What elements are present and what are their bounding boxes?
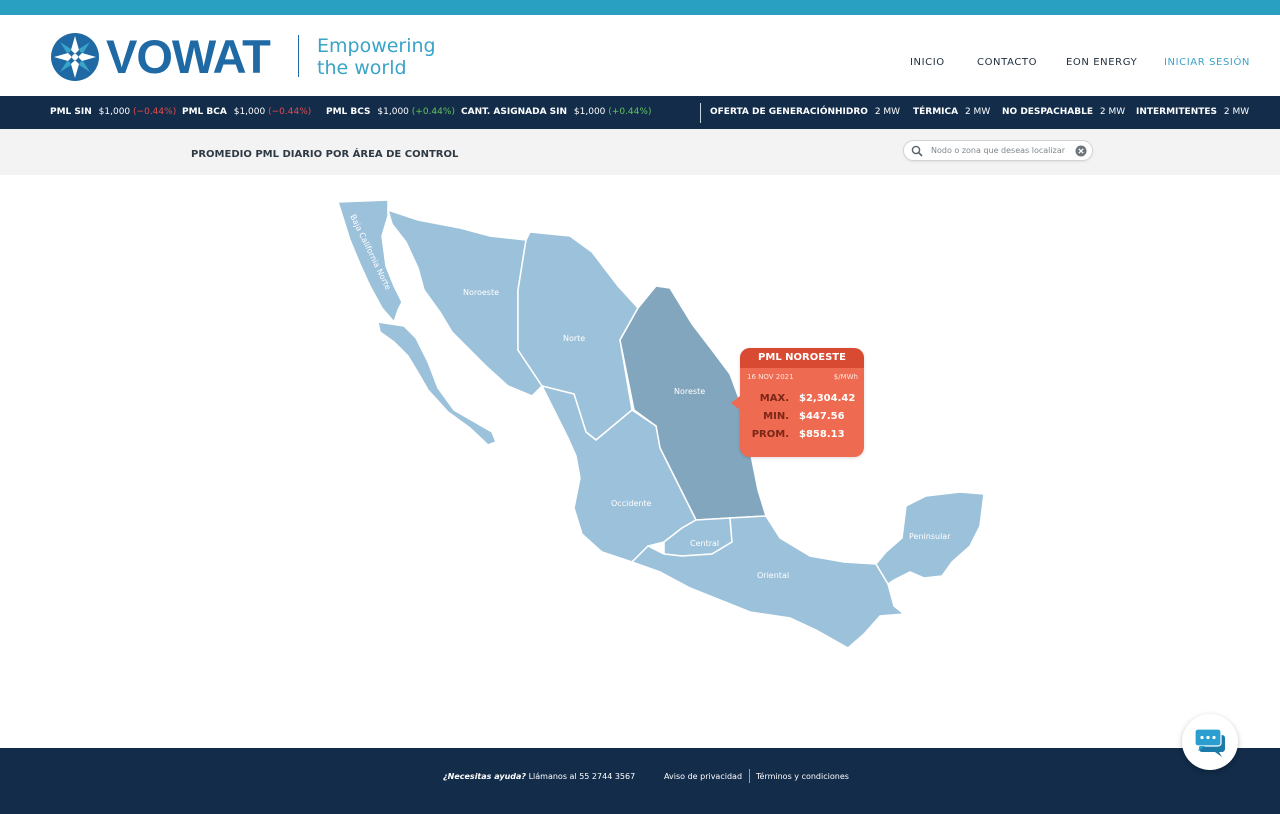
ticker-value: 2 MW [1223, 107, 1250, 117]
label-peninsular: Peninsular [909, 532, 951, 541]
ticker-pml-bcs: PML BCS $1,000 (+0.44%) [326, 107, 455, 117]
ticker-termica: TÉRMICA 2 MW [913, 107, 990, 117]
ticker-value: 2 MW [964, 107, 991, 117]
brand-name: VOWAT [106, 30, 271, 83]
oferta-label: OFERTA DE GENERACIÓN: [710, 107, 839, 117]
search-input[interactable]: Nodo o zona que deseas localizar [903, 140, 1093, 161]
tagline-line-2: the world [317, 57, 407, 79]
map-toolbar: PROMEDIO PML DIARIO POR ÁREA DE CONTROL … [0, 129, 1280, 175]
clear-icon[interactable] [1075, 145, 1087, 157]
ticker-value: 2 MW [1099, 107, 1126, 117]
chat-button[interactable] [1182, 714, 1238, 770]
tooltip-unit: $/MWh [833, 373, 858, 381]
tooltip-min-value: $447.56 [799, 411, 845, 422]
ticker-value: $1,000 [233, 107, 266, 117]
market-ticker: PML SIN $1,000 (−0.44%) PML BCA $1,000 (… [0, 96, 1280, 129]
ticker-change: (−0.44%) [268, 107, 312, 117]
pml-tooltip: PML NOROESTE 16 NOV 2021 $/MWh MAX. $2,3… [731, 348, 864, 457]
top-accent-stripe [0, 0, 1280, 15]
tooltip-max-value: $2,304.42 [799, 393, 856, 404]
ticker-change: (+0.44%) [411, 107, 455, 117]
tooltip-date: 16 NOV 2021 [747, 373, 794, 381]
mexico-control-area-map: Baja California Norte Baja California Su… [320, 190, 1000, 660]
site-footer: ¿Necesitas ayuda? Llámanos al 55 2744 35… [0, 748, 1280, 814]
footer-privacy-link[interactable]: Aviso de privacidad [664, 772, 742, 781]
tooltip-max-label: MAX. [759, 393, 789, 404]
footer-help: ¿Necesitas ayuda? Llámanos al 55 2744 35… [443, 772, 635, 781]
ticker-value: $1,000 [98, 107, 131, 117]
nav-eon-energy[interactable]: EON ENERGY [1066, 57, 1137, 68]
tooltip-avg-label: PROM. [751, 429, 789, 440]
ticker-pml-sin: PML SIN $1,000 (−0.44%) [50, 107, 176, 117]
tooltip-avg-value: $858.13 [799, 429, 845, 440]
label-noroeste: Noroeste [463, 288, 499, 297]
nav-inicio[interactable]: INICIO [910, 57, 945, 68]
footer-help-phone[interactable]: Llámanos al 55 2744 3567 [529, 772, 636, 781]
ticker-change: (−0.44%) [133, 107, 177, 117]
ticker-value: $1,000 [573, 107, 606, 117]
search-icon [911, 145, 923, 157]
page-title: PROMEDIO PML DIARIO POR ÁREA DE CONTROL [191, 149, 459, 160]
ticker-divider [700, 103, 701, 123]
footer-help-label: ¿Necesitas ayuda? [443, 772, 527, 781]
compass-flower-icon [51, 33, 99, 81]
footer-divider [749, 769, 750, 783]
ticker-label: CANT. ASIGNADA SIN [461, 107, 568, 117]
ticker-cant-asignada-sin: CANT. ASIGNADA SIN $1,000 (+0.44%) [461, 107, 651, 117]
ticker-label: HIDRO [835, 107, 868, 117]
label-noreste: Noreste [674, 387, 705, 396]
ticker-intermitentes: INTERMITENTES 2 MW [1136, 107, 1249, 117]
ticker-label: INTERMITENTES [1136, 107, 1217, 117]
nav-iniciar-sesion[interactable]: INICIAR SESIÓN [1164, 57, 1250, 68]
label-central: Central [690, 539, 719, 548]
search-placeholder: Nodo o zona que deseas localizar [931, 146, 1066, 155]
label-occidente: Occidente [611, 499, 652, 508]
ticker-pml-bca: PML BCA $1,000 (−0.44%) [182, 107, 311, 117]
nav-contacto[interactable]: CONTACTO [977, 57, 1037, 68]
footer-terms-link[interactable]: Términos y condiciones [756, 772, 849, 781]
brand-logo[interactable]: VOWAT Empowering the world [50, 32, 440, 82]
ticker-label: TÉRMICA [913, 107, 959, 117]
tagline-line-1: Empowering [317, 35, 436, 57]
ticker-label: NO DESPACHABLE [1002, 107, 1093, 117]
ticker-label: PML SIN [50, 107, 92, 117]
tooltip-title: PML NOROESTE [740, 348, 864, 368]
ticker-change: (+0.44%) [608, 107, 652, 117]
logo-divider [298, 35, 299, 77]
label-norte: Norte [563, 334, 585, 343]
brand-tagline: Empowering the world [317, 35, 436, 79]
ticker-value: 2 MW [874, 107, 901, 117]
ticker-label: PML BCA [182, 107, 227, 117]
label-oriental: Oriental [757, 571, 789, 580]
ticker-label: PML BCS [326, 107, 371, 117]
ticker-hidro: HIDRO 2 MW [835, 107, 900, 117]
site-header: VOWAT Empowering the world INICIO CONTAC… [0, 15, 1280, 96]
ticker-oferta-label: OFERTA DE GENERACIÓN: [710, 107, 843, 117]
ticker-value: $1,000 [377, 107, 409, 117]
tooltip-min-label: MIN. [763, 411, 789, 422]
ticker-no-despachable: NO DESPACHABLE 2 MW [1002, 107, 1125, 117]
chat-icon [1186, 718, 1234, 766]
